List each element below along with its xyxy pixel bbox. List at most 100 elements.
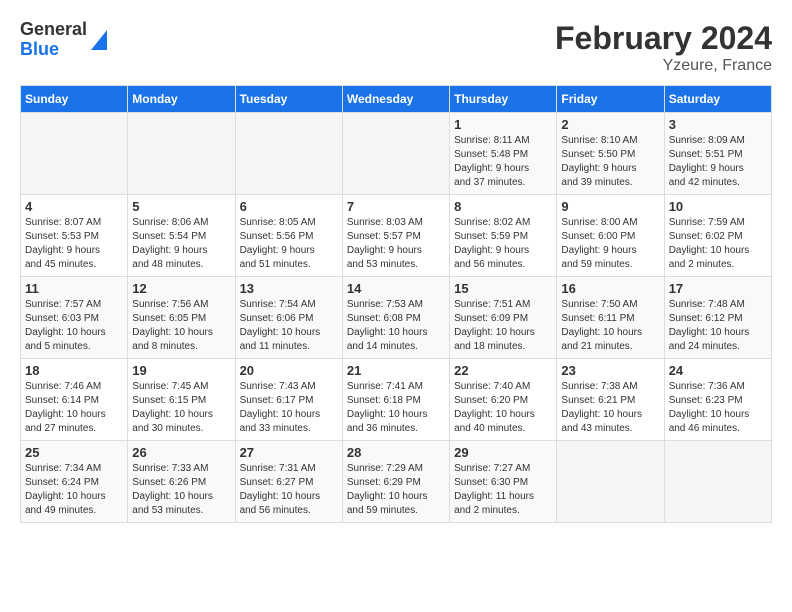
logo-text: General Blue (20, 20, 87, 60)
day-info: Sunrise: 8:11 AM Sunset: 5:48 PM Dayligh… (454, 134, 552, 190)
page-header: General Blue February 2024 Yzeure, Franc… (20, 20, 772, 75)
day-info: Sunrise: 7:56 AM Sunset: 6:05 PM Dayligh… (132, 298, 230, 354)
calendar-cell: 24 Sunrise: 7:36 AM Sunset: 6:23 PM Dayli… (664, 359, 771, 441)
calendar-body: 1 Sunrise: 8:11 AM Sunset: 5:48 PM Daylig… (21, 113, 772, 523)
weekday-header: Friday (557, 86, 664, 113)
calendar-cell: 2Sunrise: 8:10 AM Sunset: 5:50 PM Daylig… (557, 113, 664, 195)
logo-line1: General (20, 20, 87, 40)
day-number: 7 (347, 199, 445, 214)
day-info: Sunrise: 7:38 AM Sunset: 6:21 PM Dayligh… (561, 380, 659, 436)
day-info: Sunrise: 7:45 AM Sunset: 6:15 PM Dayligh… (132, 380, 230, 436)
calendar-cell (342, 113, 449, 195)
calendar-cell: 10 Sunrise: 7:59 AM Sunset: 6:02 PM Dayli… (664, 195, 771, 277)
day-number: 15 (454, 281, 552, 296)
day-info: Sunrise: 8:07 AM Sunset: 5:53 PM Dayligh… (25, 216, 123, 272)
logo-icon (91, 30, 107, 50)
day-number: 22 (454, 363, 552, 378)
weekday-header: Wednesday (342, 86, 449, 113)
calendar-cell: 25 Sunrise: 7:34 AM Sunset: 6:24 PM Dayli… (21, 441, 128, 523)
day-number: 4 (25, 199, 123, 214)
day-info: Sunrise: 7:43 AM Sunset: 6:17 PM Dayligh… (240, 380, 338, 436)
day-number: 13 (240, 281, 338, 296)
day-number: 17 (669, 281, 767, 296)
day-info: Sunrise: 7:33 AM Sunset: 6:26 PM Dayligh… (132, 462, 230, 518)
day-info: Sunrise: 7:59 AM Sunset: 6:02 PM Dayligh… (669, 216, 767, 272)
day-info: Sunrise: 7:53 AM Sunset: 6:08 PM Dayligh… (347, 298, 445, 354)
day-info: Sunrise: 7:48 AM Sunset: 6:12 PM Dayligh… (669, 298, 767, 354)
calendar-week: 25 Sunrise: 7:34 AM Sunset: 6:24 PM Dayli… (21, 441, 772, 523)
day-number: 23 (561, 363, 659, 378)
day-info: Sunrise: 7:36 AM Sunset: 6:23 PM Dayligh… (669, 380, 767, 436)
calendar-cell: 19 Sunrise: 7:45 AM Sunset: 6:15 PM Dayli… (128, 359, 235, 441)
calendar-cell: 16 Sunrise: 7:50 AM Sunset: 6:11 PM Dayli… (557, 277, 664, 359)
day-number: 3 (669, 117, 767, 132)
day-number: 24 (669, 363, 767, 378)
calendar-cell: 12Sunrise: 7:56 AM Sunset: 6:05 PM Dayli… (128, 277, 235, 359)
day-number: 29 (454, 445, 552, 460)
day-number: 11 (25, 281, 123, 296)
calendar-cell: 28 Sunrise: 7:29 AM Sunset: 6:29 PM Dayli… (342, 441, 449, 523)
calendar-subtitle: Yzeure, France (555, 57, 772, 75)
calendar-week: 1 Sunrise: 8:11 AM Sunset: 5:48 PM Daylig… (21, 113, 772, 195)
calendar-cell: 8Sunrise: 8:02 AM Sunset: 5:59 PM Daylig… (450, 195, 557, 277)
day-info: Sunrise: 7:41 AM Sunset: 6:18 PM Dayligh… (347, 380, 445, 436)
calendar-cell: 23 Sunrise: 7:38 AM Sunset: 6:21 PM Dayli… (557, 359, 664, 441)
day-info: Sunrise: 7:54 AM Sunset: 6:06 PM Dayligh… (240, 298, 338, 354)
calendar-cell: 21 Sunrise: 7:41 AM Sunset: 6:18 PM Dayli… (342, 359, 449, 441)
calendar-title: February 2024 (555, 20, 772, 57)
day-info: Sunrise: 8:09 AM Sunset: 5:51 PM Dayligh… (669, 134, 767, 190)
calendar-cell (557, 441, 664, 523)
day-info: Sunrise: 7:29 AM Sunset: 6:29 PM Dayligh… (347, 462, 445, 518)
calendar-cell: 11 Sunrise: 7:57 AM Sunset: 6:03 PM Dayli… (21, 277, 128, 359)
day-number: 21 (347, 363, 445, 378)
day-number: 19 (132, 363, 230, 378)
day-number: 8 (454, 199, 552, 214)
day-number: 2 (561, 117, 659, 132)
day-info: Sunrise: 8:03 AM Sunset: 5:57 PM Dayligh… (347, 216, 445, 272)
day-number: 16 (561, 281, 659, 296)
day-info: Sunrise: 7:57 AM Sunset: 6:03 PM Dayligh… (25, 298, 123, 354)
calendar-cell: 4 Sunrise: 8:07 AM Sunset: 5:53 PM Daylig… (21, 195, 128, 277)
calendar-cell: 18Sunrise: 7:46 AM Sunset: 6:14 PM Dayli… (21, 359, 128, 441)
calendar-cell: 3 Sunrise: 8:09 AM Sunset: 5:51 PM Daylig… (664, 113, 771, 195)
weekday-header: Thursday (450, 86, 557, 113)
day-number: 14 (347, 281, 445, 296)
calendar-cell (664, 441, 771, 523)
calendar-cell: 1 Sunrise: 8:11 AM Sunset: 5:48 PM Daylig… (450, 113, 557, 195)
logo: General Blue (20, 20, 107, 60)
day-info: Sunrise: 8:06 AM Sunset: 5:54 PM Dayligh… (132, 216, 230, 272)
day-info: Sunrise: 8:05 AM Sunset: 5:56 PM Dayligh… (240, 216, 338, 272)
calendar-cell (21, 113, 128, 195)
day-info: Sunrise: 7:27 AM Sunset: 6:30 PM Dayligh… (454, 462, 552, 518)
calendar-cell: 27Sunrise: 7:31 AM Sunset: 6:27 PM Dayli… (235, 441, 342, 523)
day-number: 25 (25, 445, 123, 460)
day-number: 6 (240, 199, 338, 214)
calendar-cell: 9 Sunrise: 8:00 AM Sunset: 6:00 PM Daylig… (557, 195, 664, 277)
calendar-cell (235, 113, 342, 195)
day-number: 9 (561, 199, 659, 214)
calendar-cell: 14 Sunrise: 7:53 AM Sunset: 6:08 PM Dayli… (342, 277, 449, 359)
day-number: 10 (669, 199, 767, 214)
day-info: Sunrise: 7:51 AM Sunset: 6:09 PM Dayligh… (454, 298, 552, 354)
day-number: 18 (25, 363, 123, 378)
weekday-header: Tuesday (235, 86, 342, 113)
day-number: 26 (132, 445, 230, 460)
day-info: Sunrise: 7:34 AM Sunset: 6:24 PM Dayligh… (25, 462, 123, 518)
day-info: Sunrise: 7:50 AM Sunset: 6:11 PM Dayligh… (561, 298, 659, 354)
calendar-week: 4 Sunrise: 8:07 AM Sunset: 5:53 PM Daylig… (21, 195, 772, 277)
day-info: Sunrise: 8:00 AM Sunset: 6:00 PM Dayligh… (561, 216, 659, 272)
day-number: 1 (454, 117, 552, 132)
weekday-header: Saturday (664, 86, 771, 113)
calendar-cell (128, 113, 235, 195)
calendar-cell: 15 Sunrise: 7:51 AM Sunset: 6:09 PM Dayli… (450, 277, 557, 359)
day-info: Sunrise: 7:40 AM Sunset: 6:20 PM Dayligh… (454, 380, 552, 436)
day-number: 5 (132, 199, 230, 214)
day-number: 20 (240, 363, 338, 378)
weekday-header: Sunday (21, 86, 128, 113)
calendar-cell: 29 Sunrise: 7:27 AM Sunset: 6:30 PM Dayli… (450, 441, 557, 523)
day-number: 28 (347, 445, 445, 460)
calendar-cell: 7 Sunrise: 8:03 AM Sunset: 5:57 PM Daylig… (342, 195, 449, 277)
calendar-week: 11 Sunrise: 7:57 AM Sunset: 6:03 PM Dayli… (21, 277, 772, 359)
day-number: 27 (240, 445, 338, 460)
weekday-row: SundayMondayTuesdayWednesdayThursdayFrid… (21, 86, 772, 113)
